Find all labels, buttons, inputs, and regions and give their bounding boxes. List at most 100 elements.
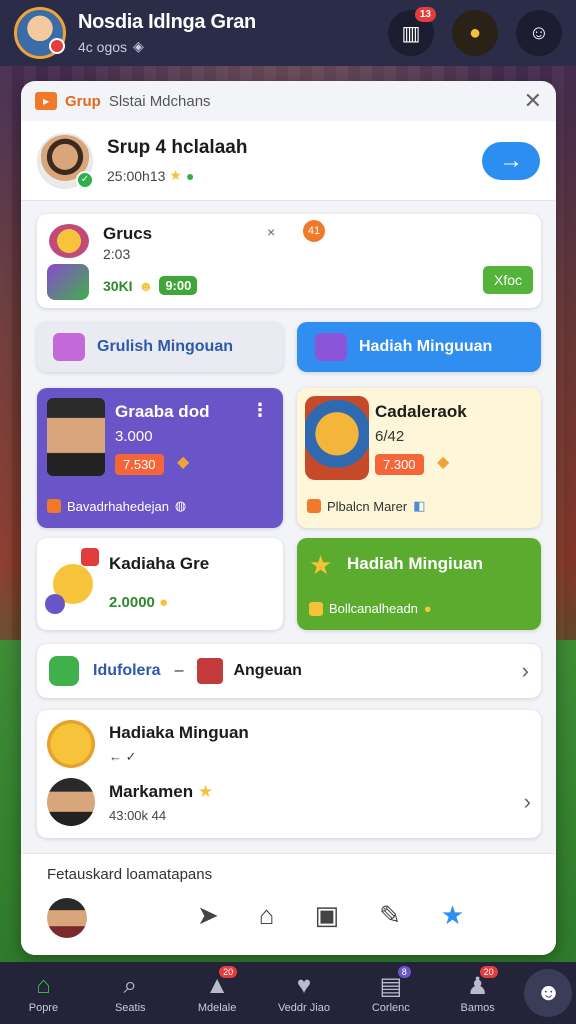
verified-icon: ✓ [76, 170, 94, 189]
edit-icon[interactable]: ✎ [379, 900, 401, 931]
more-icon[interactable]: ⋮ [251, 400, 269, 421]
app-subtitle: 4c ogos ◈ [78, 38, 256, 55]
star-share-icon[interactable]: ★ [441, 900, 464, 931]
brand-label: Grup [65, 92, 101, 110]
gem-icon: ◆ [437, 454, 450, 471]
nav-games[interactable]: ♟ 20 Bamos [438, 966, 518, 1014]
tile-yellow[interactable]: Cadaleraok 6/42 7.300 ◆ Plbalcn Marer ◧ [297, 388, 541, 528]
star-icon: ★ [197, 781, 214, 801]
nav-home[interactable]: ⌂ Popre [3, 972, 83, 1014]
nav-content[interactable]: ▤ 8 Corlenc [351, 966, 431, 1014]
group-value: 30KI [103, 277, 133, 294]
stats-button[interactable]: ▥ 13 [388, 7, 436, 56]
nav-badge: 8 [397, 966, 411, 978]
nav-games-label: Bamos [460, 1002, 495, 1014]
list-item-title: Hadiaka Minguan [109, 723, 249, 742]
nav-content-label: Corlenc [371, 1002, 410, 1014]
group-emblem-icon [49, 224, 89, 258]
tile-white[interactable]: Kadiaha Gre 2.0000 ● [37, 538, 283, 630]
assistant-button[interactable]: ☻ [524, 969, 573, 1017]
person-avatar [47, 778, 95, 826]
tab-hadiah[interactable]: Hadiah Minguuan [297, 322, 541, 372]
tile-white-value-row: 2.0000 ● [109, 594, 168, 611]
tile-purple-footer-text: Bavadrhahedejan [67, 498, 169, 514]
tile-green-footer: Bollcanalheadn ● [309, 601, 432, 616]
group-action-button[interactable]: Xfoc [483, 266, 533, 294]
go-button[interactable]: → [482, 141, 540, 180]
share-avatar[interactable] [47, 898, 87, 938]
list-item[interactable]: Hadiaka Minguan ← ✓ [47, 720, 531, 768]
list-item-text: Hadiaka Minguan ← ✓ [109, 723, 249, 765]
heart-icon: ♥ [296, 972, 312, 999]
nav-video-label: Veddr Jiao [277, 1002, 330, 1014]
subtitle-text: 4c ogos [78, 38, 128, 55]
list-item-text: Markamen ★ 43:00k 44 [109, 782, 213, 823]
chevron-right-icon: › [523, 789, 531, 814]
coin-button[interactable]: ● [452, 10, 498, 56]
list-item-title: Markamen ★ [109, 782, 213, 802]
tile-purple-subtitle: 3.000 [115, 428, 153, 445]
tab-grulish[interactable]: Grulish Mingouan [37, 322, 283, 372]
nav-medals[interactable]: ▲ 20 Mdelale [177, 966, 257, 1014]
cube-icon: ◧ [413, 498, 426, 513]
share-icons: ➤ ⌂ ▣ ✎ ★ [197, 900, 464, 931]
profile-button[interactable]: ☺ [516, 10, 562, 56]
user-avatar[interactable] [14, 7, 66, 59]
tile-green-title: Hadiah Mingiuan [347, 554, 483, 573]
tile-purple[interactable]: Graaba dod ⋮ 3.000 7.530 ◆ Bavadrhahedej… [37, 388, 283, 528]
tile-yellow-title: Cadaleraok [375, 402, 467, 421]
home-icon: ⌂ [36, 972, 51, 999]
top-actions: ▥ 13 ● ☺ [388, 7, 562, 56]
tab-grulish-label: Grulish Mingouan [97, 338, 233, 355]
tile-purple-pill: 7.530 [115, 454, 164, 475]
notification-count: 13 [414, 7, 436, 22]
tile-yellow-pill: 7.300 [375, 454, 424, 475]
arrow-right-icon: → [499, 146, 523, 174]
share-arrow-icon[interactable]: ➤ [197, 900, 219, 931]
link-dash: – [174, 662, 184, 679]
nav-video[interactable]: ♥ Veddr Jiao [264, 972, 344, 1014]
home-icon[interactable]: ⌂ [259, 900, 275, 931]
tile-purple-title: Graaba dod [115, 402, 210, 421]
app-icon [49, 656, 79, 686]
tag-icon [307, 499, 321, 513]
group-value-row: 30KI ☻ 9:00 [103, 276, 198, 295]
smile-avatar-icon [47, 720, 95, 768]
panel-heading: Slstai Mdchans [108, 92, 211, 110]
user-icon: ☺ [528, 21, 550, 44]
tile-white-title: Kadiaha Gre [109, 554, 210, 573]
link-row[interactable]: Idufolera – Angeuan › [37, 644, 541, 698]
gift-box-icon [47, 264, 89, 300]
shield-icon: ◈ [133, 38, 144, 54]
gift-icon [197, 658, 224, 684]
profile-avatar: ✓ [37, 132, 94, 189]
chest-icon [53, 333, 85, 361]
export-icon[interactable]: ▣ [315, 900, 340, 931]
share-title: Fetauskard loamatapans [47, 866, 213, 883]
robot-icon: ☻ [535, 979, 562, 1006]
group-card[interactable]: Grucs × 41 2:03 30KI ☻ 9:00 Xfoc [37, 214, 541, 308]
level-badge-icon [49, 38, 65, 54]
tile-yellow-subtitle: 6/42 [375, 428, 405, 445]
link-right-label: Angeuan [233, 662, 302, 679]
profile-row[interactable]: ✓ Srup 4 hclalaah 25:00h13 ★ ● → [21, 121, 556, 201]
list-item[interactable]: Markamen ★ 43:00k 44 › [47, 778, 531, 826]
group-separator: × [267, 224, 276, 240]
close-icon[interactable]: ✕ [524, 88, 542, 114]
tile-green[interactable]: ★ Hadiah Mingiuan Bollcanalheadn ● [297, 538, 541, 630]
list-card[interactable]: Hadiaka Minguan ← ✓ Markamen ★ 43:00k 44… [37, 710, 541, 838]
link-left-label: Idufolera [93, 662, 161, 679]
list-item-title-text: Markamen [109, 781, 194, 801]
chat-icon: ▤ [379, 973, 403, 1000]
nav-search[interactable]: ⌕ Seatis [90, 972, 170, 1014]
panel-header: ▸ Grup Slstai Mdchans ✕ [21, 81, 556, 121]
top-bar: Nosdia Idlnga Gran 4c ogos ◈ ▥ 13 ● ☺ [0, 0, 576, 66]
star-icon: ★ [309, 550, 333, 580]
nav-badge: 20 [479, 966, 498, 978]
brand-logo-icon: ▸ [35, 92, 57, 110]
tag-icon [47, 499, 61, 513]
smile-icon: ☻ [138, 277, 154, 294]
chart-icon: ▥ [401, 22, 421, 45]
profile-name: Srup 4 hclalaah [107, 137, 248, 158]
group-ring-badge: 41 [303, 220, 325, 242]
